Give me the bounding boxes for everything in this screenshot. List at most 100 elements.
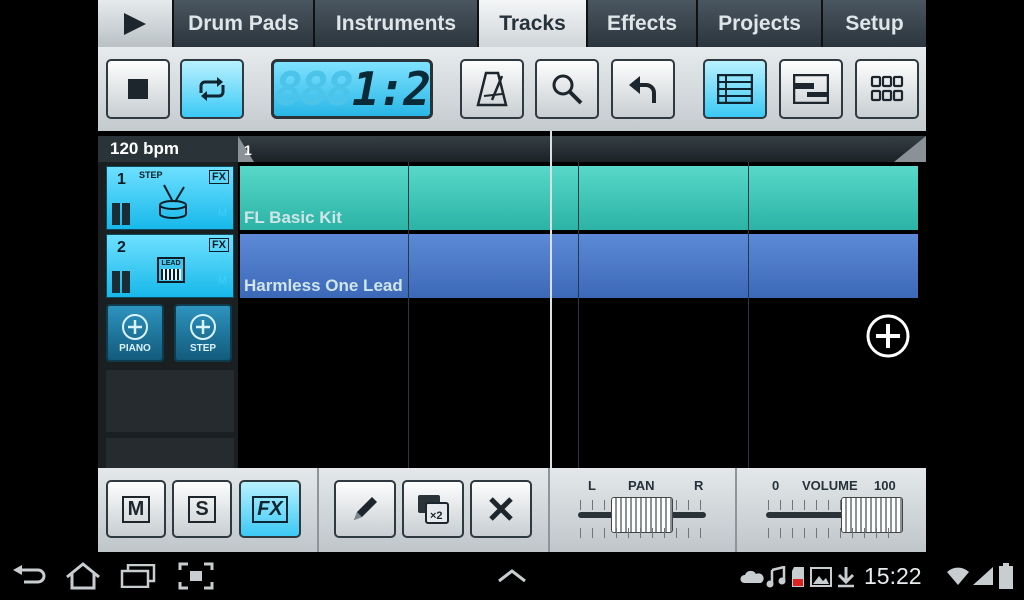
undo-button[interactable] (611, 59, 675, 119)
beat-gridline (578, 162, 579, 468)
track-clip-1[interactable]: FL Basic Kit (240, 166, 918, 230)
track-index: 1 (117, 171, 126, 188)
tab-projects[interactable]: Projects (698, 0, 823, 47)
system-clock: 15:22 (864, 563, 922, 589)
timeline-ruler[interactable]: 1 (238, 136, 926, 162)
solo-button[interactable]: S (172, 480, 232, 538)
piano-roll-view-button[interactable] (779, 59, 843, 119)
track-clip-2[interactable]: Harmless One Lead (240, 234, 918, 298)
edit-button[interactable] (334, 480, 396, 538)
music-note-icon (766, 566, 786, 588)
tempo-display[interactable]: 120 bpm (98, 136, 238, 162)
loop-end-marker[interactable] (894, 136, 926, 162)
sd-card-icon (792, 567, 804, 587)
magnifier-icon (552, 74, 583, 105)
fx-label: FX (252, 495, 288, 523)
metronome-button[interactable] (460, 59, 524, 119)
tab-drum-pads[interactable]: Drum Pads (174, 0, 315, 47)
track-header-column: 1 STEP FX S M 2 FX S M LEAD PIANO STEP (98, 162, 238, 468)
mute-button[interactable]: M (106, 480, 166, 538)
pan-right-label: R (694, 478, 704, 493)
recent-apps-icon[interactable] (120, 564, 156, 588)
piano-roll-icon (793, 74, 829, 104)
track-fx-button[interactable]: FX (208, 238, 229, 252)
pad-grid-icon (870, 75, 904, 102)
track-level-meter (112, 271, 130, 293)
metronome-icon (476, 71, 508, 107)
track-header-1[interactable]: 1 STEP FX S M (106, 166, 234, 230)
playlist-view-button[interactable] (703, 59, 767, 119)
clip-name: Harmless One Lead (244, 276, 403, 295)
clip-name: FL Basic Kit (244, 208, 342, 227)
plus-circle-icon (866, 314, 910, 358)
solo-label: S (188, 495, 216, 523)
tab-instruments[interactable]: Instruments (315, 0, 479, 47)
plus-circle-icon (122, 313, 148, 340)
lcd-ghost-digits: 888 (274, 62, 354, 116)
divider (735, 468, 737, 552)
tab-effects[interactable]: Effects (588, 0, 698, 47)
tab-setup[interactable]: Setup (823, 0, 926, 47)
drum-icon (159, 184, 187, 219)
track-solo-button[interactable]: S (220, 191, 227, 203)
mute-label: M (121, 495, 151, 523)
zoom-button[interactable] (535, 59, 599, 119)
empty-track-slot (106, 370, 234, 432)
track-level-meter (112, 203, 130, 225)
loop-icon (199, 77, 225, 101)
back-icon[interactable] (10, 564, 46, 588)
bar-number: 1 (244, 142, 252, 158)
plus-circle-icon (190, 313, 216, 340)
chevron-up-icon[interactable] (496, 568, 528, 584)
grid-view-button[interactable] (855, 59, 919, 119)
list-view-icon (717, 74, 753, 104)
add-step-track-button[interactable]: STEP (174, 304, 232, 362)
download-icon (837, 567, 855, 588)
volume-max-label: 100 (874, 478, 896, 493)
cloud-icon (740, 570, 764, 583)
battery-icon (999, 563, 1013, 589)
tab-bar: Drum Pads Instruments Tracks Effects Pro… (98, 0, 926, 47)
volume-min-label: 0 (772, 478, 780, 493)
track-fx-button[interactable]: FX (208, 170, 229, 184)
playhead[interactable] (550, 131, 552, 468)
pencil-icon (354, 497, 377, 520)
add-step-label: STEP (189, 342, 217, 354)
volume-label: VOLUME (802, 478, 858, 493)
wifi-icon (947, 567, 969, 585)
track-solo-button[interactable]: S (220, 259, 227, 271)
transport-toolbar: 888 1:2 (98, 47, 926, 131)
clone-button[interactable]: ×2 (402, 480, 464, 538)
pan-label: PAN (628, 478, 655, 493)
play-button[interactable] (98, 0, 174, 47)
divider (317, 468, 319, 552)
stop-icon (128, 79, 148, 99)
position-display: 888 1:2 (271, 59, 433, 119)
home-icon[interactable] (64, 562, 102, 590)
fl-studio-app: Drum Pads Instruments Tracks Effects Pro… (98, 0, 926, 552)
screenshot-icon[interactable] (178, 562, 214, 590)
clone-label: ×2 (430, 510, 443, 522)
track-mute-button[interactable]: M (218, 207, 227, 219)
add-piano-label: PIANO (119, 342, 151, 354)
beat-gridline (748, 162, 749, 468)
undo-icon (629, 76, 656, 103)
pan-left-label: L (588, 478, 596, 493)
add-piano-track-button[interactable]: PIANO (106, 304, 164, 362)
track-kind: STEP (139, 170, 163, 180)
signal-icon (973, 567, 993, 585)
track-mute-button[interactable]: M (218, 275, 227, 287)
track-header-2[interactable]: 2 FX S M LEAD (106, 234, 234, 298)
fx-button[interactable]: FX (239, 480, 301, 538)
tab-tracks[interactable]: Tracks (479, 0, 588, 47)
add-pattern-button[interactable] (866, 314, 910, 358)
track-kind: LEAD (161, 260, 181, 267)
pan-ticks (580, 528, 704, 538)
play-icon (124, 12, 146, 35)
image-icon (810, 567, 832, 587)
beat-gridline (408, 162, 409, 468)
stop-button[interactable] (106, 59, 170, 119)
keyboard-icon: LEAD (157, 257, 185, 283)
loop-button[interactable] (180, 59, 244, 119)
delete-button[interactable] (470, 480, 532, 538)
